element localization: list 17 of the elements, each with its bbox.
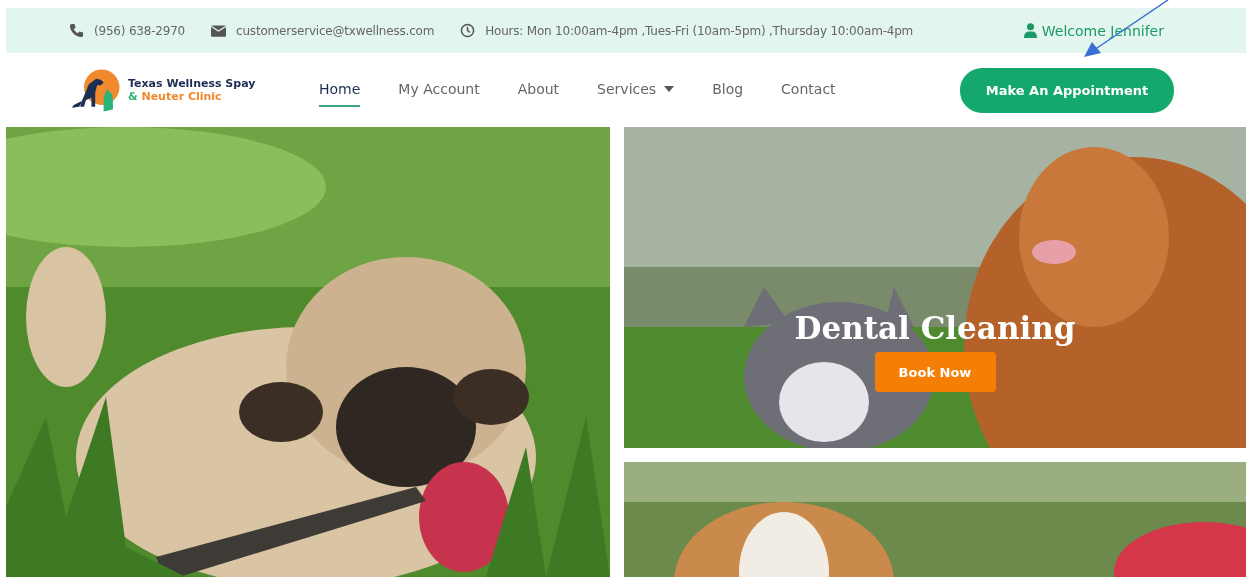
promo-title: Dental Cleaning [794,310,1076,346]
nav-link[interactable]: Contact [781,73,836,107]
email-icon [211,24,227,37]
nav-link[interactable]: My Account [398,73,480,107]
nav-link[interactable]: Blog [712,73,744,107]
appointment-button[interactable]: Make An Appointment [960,67,1174,113]
nav-link[interactable]: About [517,73,560,107]
email-address[interactable]: customerservice@txwellness.com [236,23,435,38]
nav-link[interactable]: Home [319,73,361,107]
user-icon [1023,23,1037,38]
logo-title[interactable]: Texas Wellness Spay [128,77,256,90]
phone-icon [69,23,84,38]
phone-number[interactable]: (956) 638-2970 [94,23,186,38]
nav-dropdown[interactable]: Services [597,73,675,107]
opening-hours: Hours: Mon 10:00am-4pm ,Tues-Fri (10am-5pm) ,Thursday 10:00am-4pm [485,23,914,38]
clock-icon [460,23,476,38]
caret-icon [664,86,675,92]
